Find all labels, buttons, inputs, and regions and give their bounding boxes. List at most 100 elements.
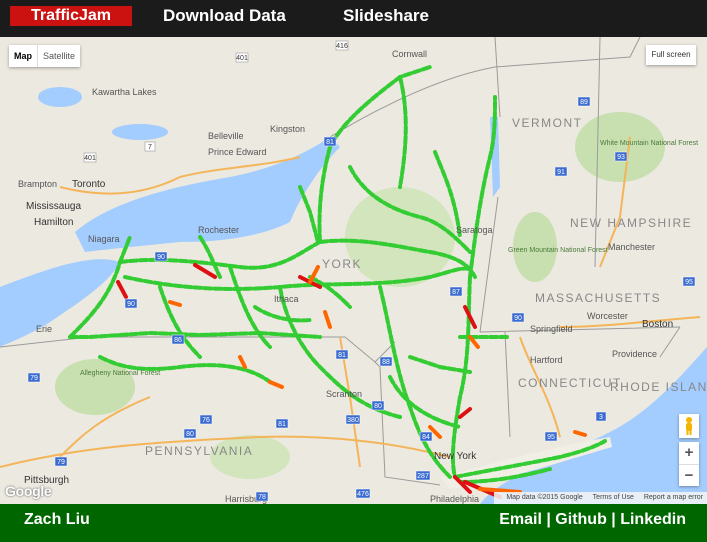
highway-shield: 476 (355, 488, 371, 499)
place-label: Cornwall (392, 49, 427, 59)
svg-text:3: 3 (599, 414, 603, 421)
contact-links[interactable]: Email | Github | Linkedin (499, 511, 686, 529)
highway-shield: 7 (144, 141, 156, 152)
place-label: Hartford (530, 355, 563, 365)
satellite-view-button[interactable]: Satellite (37, 45, 80, 67)
svg-text:90: 90 (157, 254, 165, 261)
park-label: Allegheny National Forest (80, 370, 160, 377)
svg-text:401: 401 (84, 155, 96, 162)
highway-shield: 401 (83, 152, 97, 163)
place-label: Manchester (608, 242, 655, 252)
map-canvas[interactable]: Kawartha Lakes Belleville Kingston Princ… (0, 37, 707, 504)
region-label: PENNSYLVANIA (145, 444, 253, 458)
highway-shield: 81 (323, 136, 337, 147)
svg-text:95: 95 (685, 279, 693, 286)
svg-text:7: 7 (148, 144, 152, 151)
highway-shield: 95 (682, 276, 696, 287)
highway-shield: 95 (544, 431, 558, 442)
report-map-error-link[interactable]: Report a map error (644, 494, 703, 501)
place-label: Saratoga (456, 225, 493, 235)
map-data-credit: Map data ©2015 Google (506, 494, 583, 501)
highway-shield: 79 (27, 372, 41, 383)
highway-shield: 80 (371, 400, 385, 411)
park-label: White Mountain National Forest (600, 140, 698, 147)
place-label: Philadelphia (430, 494, 479, 504)
place-label: New York (434, 451, 477, 462)
google-logo[interactable]: Google (5, 483, 52, 499)
highway-shield: 88 (379, 356, 393, 367)
highway-shield: 78 (255, 491, 269, 502)
highway-shield: 86 (171, 334, 185, 345)
northern-lake-water (38, 87, 82, 107)
street-view-pegman-icon[interactable] (679, 414, 699, 438)
place-label: Brampton (18, 179, 57, 189)
svg-text:91: 91 (557, 169, 565, 176)
place-label: Boston (642, 319, 673, 330)
pegman-icon (686, 417, 692, 435)
region-label: MASSACHUSETTS (535, 291, 661, 305)
place-label: Ithaca (274, 294, 299, 304)
highway-shield: 81 (275, 418, 289, 429)
park-label: Green Mountain National Forest (508, 247, 608, 254)
svg-text:86: 86 (174, 337, 182, 344)
place-label: Erie (36, 324, 52, 334)
place-label: Scranton (326, 389, 362, 399)
zoom-in-button[interactable]: + (679, 442, 699, 464)
svg-text:81: 81 (338, 352, 346, 359)
svg-text:95: 95 (547, 434, 555, 441)
highway-shield: 3 (595, 411, 607, 422)
highway-shield: 84 (419, 431, 433, 442)
highway-shield: 380 (345, 414, 361, 425)
svg-text:79: 79 (57, 459, 65, 466)
place-label: Providence (612, 349, 657, 359)
region-label: VERMONT (512, 116, 583, 130)
terms-of-use-link[interactable]: Terms of Use (593, 494, 634, 501)
svg-text:88: 88 (382, 359, 390, 366)
svg-text:476: 476 (357, 491, 369, 498)
highway-shield: 90 (124, 298, 138, 309)
kawartha-lakes-water (112, 124, 168, 140)
highway-shield: 76 (199, 414, 213, 425)
svg-text:287: 287 (417, 473, 429, 480)
svg-text:81: 81 (278, 421, 286, 428)
svg-text:87: 87 (452, 289, 460, 296)
fullscreen-button[interactable]: Full screen (646, 45, 696, 65)
highway-shield: 287 (415, 470, 431, 481)
place-label: Toronto (72, 179, 106, 190)
svg-text:401: 401 (236, 55, 248, 62)
svg-text:84: 84 (422, 434, 430, 441)
svg-text:93: 93 (617, 154, 625, 161)
highway-shield: 93 (614, 151, 628, 162)
map-view-button[interactable]: Map (9, 45, 37, 67)
place-label: Kingston (270, 124, 305, 134)
traffic-map[interactable]: Kawartha Lakes Belleville Kingston Princ… (0, 37, 707, 504)
svg-text:89: 89 (580, 99, 588, 106)
zoom-out-button[interactable]: − (679, 465, 699, 487)
place-label: Kawartha Lakes (92, 87, 157, 97)
place-label: Hamilton (34, 217, 73, 228)
top-navbar: TrafficJam Download Data Slideshare (0, 0, 707, 37)
place-label: Belleville (208, 131, 244, 141)
svg-text:90: 90 (127, 301, 135, 308)
svg-text:81: 81 (326, 139, 334, 146)
svg-text:90: 90 (514, 315, 522, 322)
region-label: NEW HAMPSHIRE (570, 216, 692, 230)
white-mountain-park-area (575, 112, 665, 182)
svg-text:80: 80 (186, 431, 194, 438)
highway-shield: 81 (335, 349, 349, 360)
brand-logo-link[interactable]: TrafficJam (10, 6, 132, 26)
slideshare-link[interactable]: Slideshare (343, 6, 429, 26)
highway-shield: 90 (511, 312, 525, 323)
highway-shield: 89 (577, 96, 591, 107)
region-label: CONNECTICUT (518, 376, 622, 390)
download-data-link[interactable]: Download Data (163, 6, 286, 26)
svg-text:79: 79 (30, 375, 38, 382)
map-type-control: Map Satellite (9, 45, 81, 67)
footer-bar: Zach Liu Email | Github | Linkedin (0, 504, 707, 542)
highway-shield: 80 (183, 428, 197, 439)
svg-text:380: 380 (347, 417, 359, 424)
map-attribution: Map data ©2015 Google Terms of Use Repor… (494, 492, 707, 504)
adirondack-park-area (345, 187, 455, 287)
highway-shield: 90 (154, 251, 168, 262)
place-label: Springfield (530, 324, 573, 334)
